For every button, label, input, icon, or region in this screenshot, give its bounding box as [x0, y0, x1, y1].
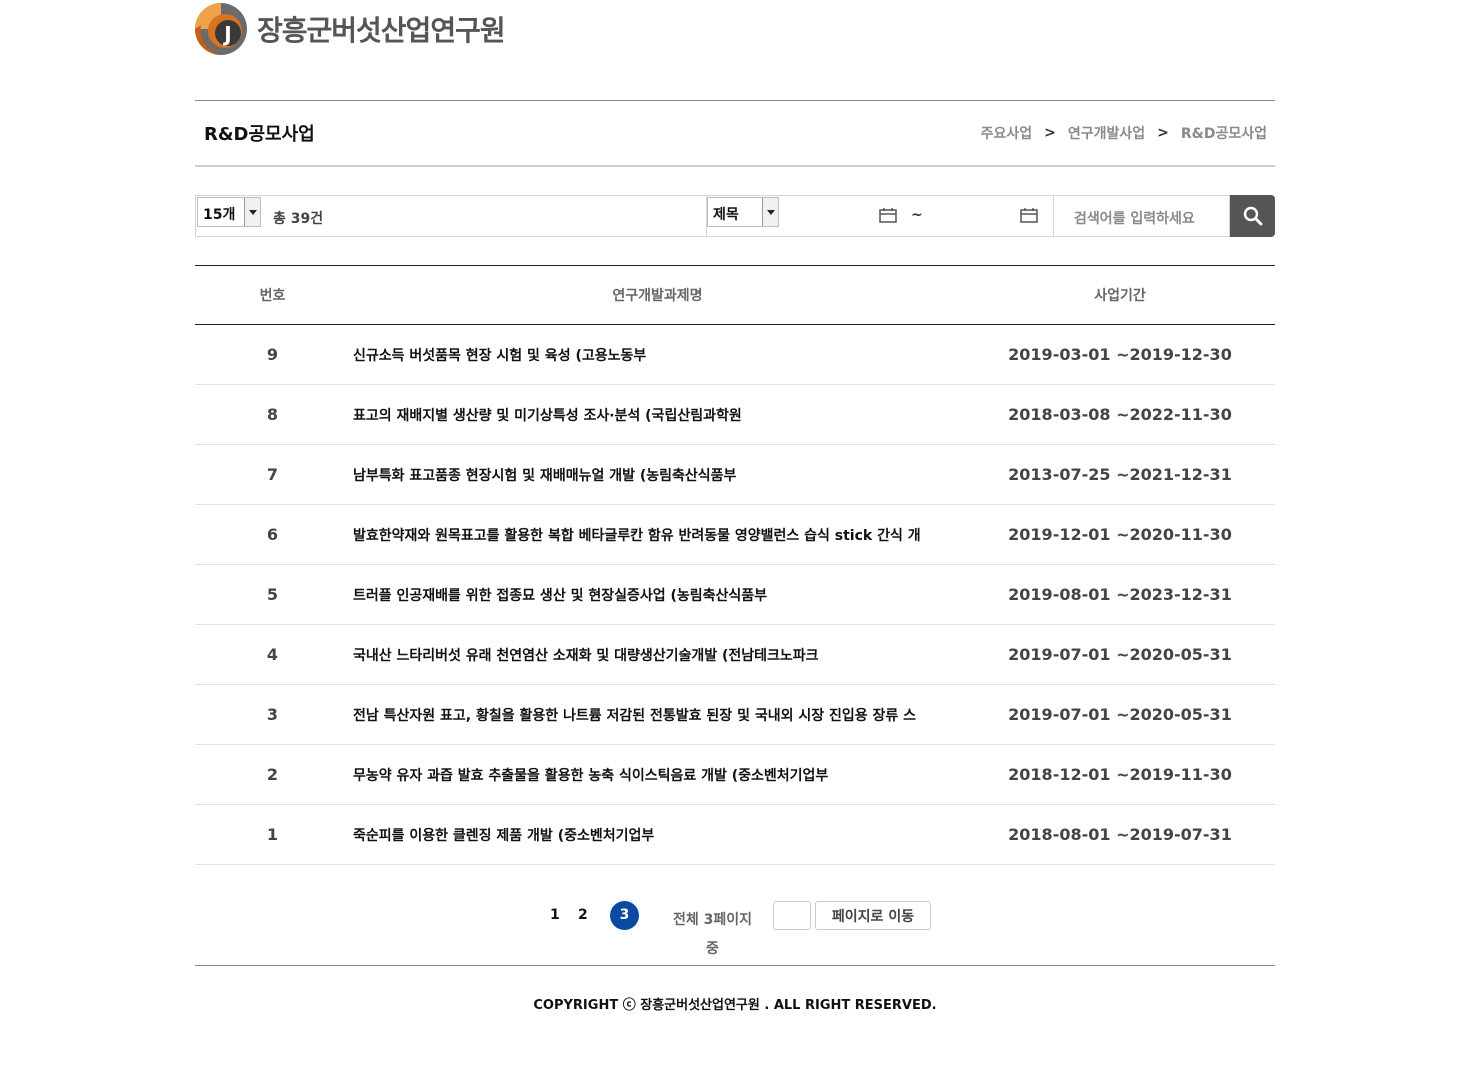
table-header: 번호 연구개발과제명 사업기간 [195, 266, 1275, 325]
chevron-down-icon [244, 198, 260, 226]
calendar-icon[interactable] [879, 208, 897, 223]
row-no: 7 [266, 465, 279, 484]
breadcrumb-separator-icon: > [1044, 125, 1056, 141]
page-number-input[interactable] [773, 901, 811, 930]
row-title-link[interactable]: 죽순피를 이용한 클렌징 제품 개발 (중소벤처기업부 [350, 825, 965, 845]
breadcrumb: 주요사업 > 연구개발사업 > R&D공모사업 [981, 123, 1267, 143]
row-no: 8 [266, 405, 279, 424]
search-bar: 15개 총 39건 제목 ~ 검색어를 입력하세요 [195, 195, 1275, 237]
breadcrumb-separator-icon: > [1157, 125, 1169, 141]
logo-text: 장흥군버섯산업연구원 [257, 14, 506, 47]
table-body: 9 신규소득 버섯품목 현장 시험 및 육성 (고용노동부 2019-03-01… [195, 325, 1275, 865]
header-period: 사업기간 [1094, 288, 1146, 304]
search-field-select[interactable]: 제목 [707, 197, 779, 227]
row-title-link[interactable]: 표고의 재배지별 생산량 및 미기상특성 조사·분석 (국립산림과학원 [350, 405, 965, 425]
row-period: 2019-07-01 ~2020-05-31 [1008, 705, 1232, 724]
page-go-button[interactable]: 페이지로 이동 [815, 901, 931, 930]
logo-mark-icon: J [195, 3, 247, 55]
page-link-2[interactable]: 2 [578, 907, 588, 923]
footer-divider [195, 965, 1275, 966]
table-row[interactable]: 3 전남 특산자원 표고, 황칠을 활용한 나트륨 저감된 전통발효 된장 및 … [195, 685, 1275, 745]
table-row[interactable]: 6 발효한약재와 원목표고를 활용한 복합 베타글루칸 함유 반려동물 영양밸런… [195, 505, 1275, 565]
copyright: COPYRIGHT ⓒ 장흥군버섯산업연구원 . ALL RIGHT RESER… [533, 998, 937, 1013]
page-title-bar: R&D공모사업 주요사업 > 연구개발사업 > R&D공모사업 [195, 100, 1275, 167]
header-no: 번호 [259, 288, 286, 304]
pagination: 1 2 3 전체 3페이지 중 페이지로 이동 [195, 900, 1275, 960]
project-table: 번호 연구개발과제명 사업기간 9 신규소득 버섯품목 현장 시험 및 육성 (… [195, 265, 1275, 865]
row-title-link[interactable]: 신규소득 버섯품목 현장 시험 및 육성 (고용노동부 [350, 345, 965, 365]
row-title-link[interactable]: 트러플 인공재배를 위한 접종묘 생산 및 현장실증사업 (농림축산식품부 [350, 585, 965, 605]
row-period: 2019-07-01 ~2020-05-31 [1008, 645, 1232, 664]
row-title-link[interactable]: 무농약 유자 과즙 발효 추출물을 활용한 농축 식이스틱음료 개발 (중소벤처… [350, 765, 965, 785]
breadcrumb-item-rnd[interactable]: 연구개발사업 [1068, 123, 1145, 143]
search-placeholder: 검색어를 입력하세요 [1074, 211, 1195, 227]
table-row[interactable]: 1 죽순피를 이용한 클렌징 제품 개발 (중소벤처기업부 2018-08-01… [195, 805, 1275, 865]
header-title: 연구개발과제명 [612, 288, 703, 304]
search-input[interactable]: 검색어를 입력하세요 [1053, 195, 1230, 237]
row-no: 4 [266, 645, 279, 664]
row-period: 2019-12-01 ~2020-11-30 [1008, 525, 1232, 544]
breadcrumb-item-main-business[interactable]: 주요사업 [981, 123, 1033, 143]
row-no: 9 [266, 345, 279, 364]
page-go-label: 페이지로 이동 [831, 909, 915, 925]
search-icon [1243, 206, 1262, 226]
row-period: 2019-08-01 ~2023-12-31 [1008, 585, 1232, 604]
table-row[interactable]: 8 표고의 재배지별 생산량 및 미기상특성 조사·분석 (국립산림과학원 20… [195, 385, 1275, 445]
svg-text:J: J [222, 22, 231, 46]
row-no: 3 [266, 705, 279, 724]
row-no: 6 [266, 525, 279, 544]
table-row[interactable]: 4 국내산 느타리버섯 유래 천연염산 소재화 및 대량생산기술개발 (전남테크… [195, 625, 1275, 685]
total-count: 총 39건 [273, 211, 324, 227]
row-no: 2 [266, 765, 279, 784]
row-period: 2019-03-01 ~2019-12-30 [1008, 345, 1232, 364]
page-total-text: 전체 3페이지 중 [672, 912, 752, 957]
row-title-link[interactable]: 발효한약재와 원목표고를 활용한 복합 베타글루칸 함유 반려동물 영양밸런스 … [350, 525, 965, 545]
row-title-link[interactable]: 전남 특산자원 표고, 황칠을 활용한 나트륨 저감된 전통발효 된장 및 국내… [350, 705, 965, 725]
row-no: 1 [266, 825, 279, 844]
row-period: 2013-07-25 ~2021-12-31 [1008, 465, 1232, 484]
list-options: 15개 총 39건 [195, 195, 707, 237]
calendar-icon[interactable] [1020, 208, 1038, 223]
table-row[interactable]: 7 남부특화 표고품종 현장시험 및 재배매뉴얼 개발 (농림축산식품부 201… [195, 445, 1275, 505]
table-row[interactable]: 5 트러플 인공재배를 위한 접종묘 생산 및 현장실증사업 (농림축산식품부 … [195, 565, 1275, 625]
chevron-down-icon [762, 198, 778, 226]
table-row[interactable]: 9 신규소득 버섯품목 현장 시험 및 육성 (고용노동부 2019-03-01… [195, 325, 1275, 385]
row-period: 2018-03-08 ~2022-11-30 [1008, 405, 1232, 424]
per-page-select[interactable]: 15개 [197, 197, 261, 227]
table-row[interactable]: 2 무농약 유자 과즙 발효 추출물을 활용한 농축 식이스틱음료 개발 (중소… [195, 745, 1275, 805]
row-title-link[interactable]: 국내산 느타리버섯 유래 천연염산 소재화 및 대량생산기술개발 (전남테크노파… [350, 645, 965, 665]
search-field-value: 제목 [713, 207, 739, 223]
row-title-link[interactable]: 남부특화 표고품종 현장시험 및 재배매뉴얼 개발 (농림축산식품부 [350, 465, 965, 485]
row-period: 2018-12-01 ~2019-11-30 [1008, 765, 1232, 784]
site-logo[interactable]: J 장흥군버섯산업연구원 [195, 2, 506, 56]
page-title: R&D공모사업 [204, 124, 315, 145]
page-current[interactable]: 3 [610, 901, 639, 930]
row-period: 2018-08-01 ~2019-07-31 [1008, 825, 1232, 844]
per-page-value: 15개 [203, 207, 236, 223]
date-range-separator: ~ [911, 207, 923, 223]
page-link-1[interactable]: 1 [550, 907, 560, 923]
row-no: 5 [266, 585, 279, 604]
breadcrumb-item-current[interactable]: R&D공모사업 [1181, 123, 1267, 143]
search-button[interactable] [1230, 195, 1275, 237]
